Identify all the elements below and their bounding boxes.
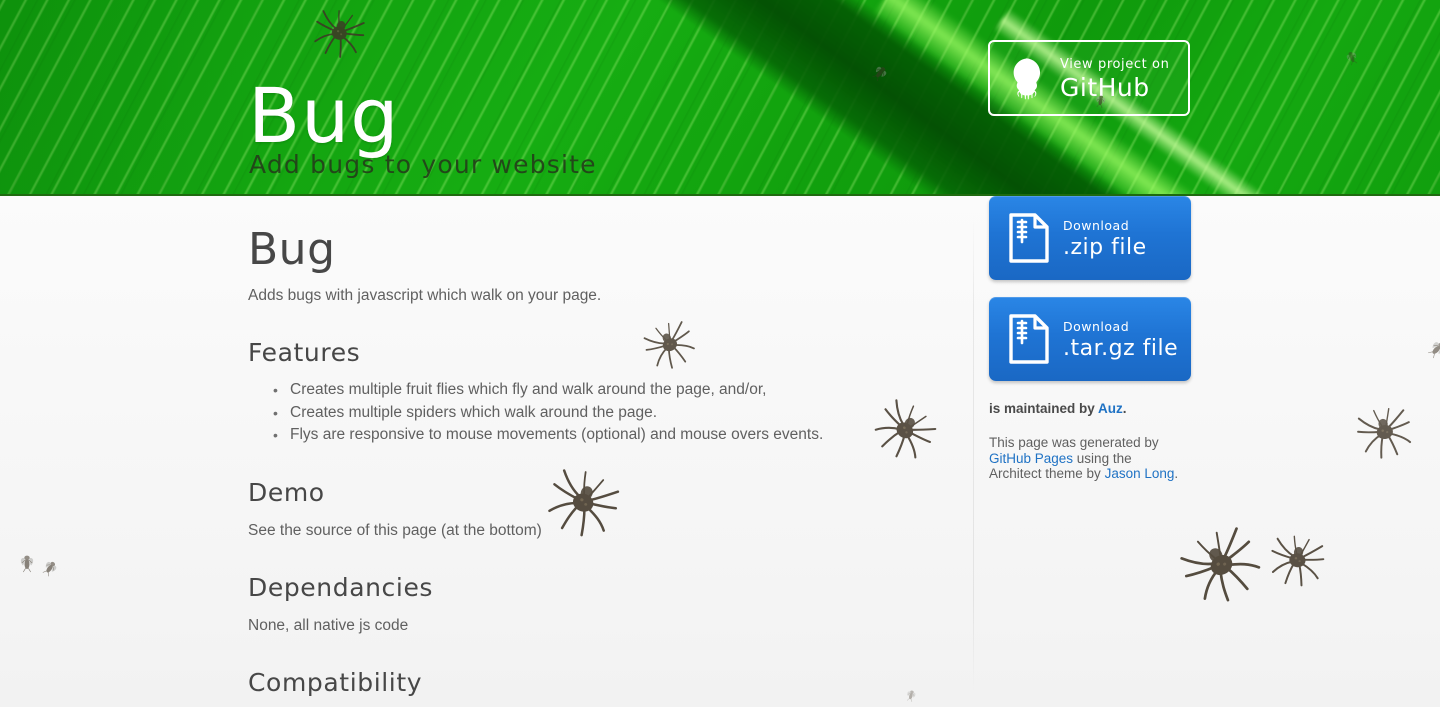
github-pages-link[interactable]: GitHub Pages [989, 451, 1073, 466]
download-zip-button[interactable]: Download .zip file [989, 196, 1191, 280]
attribution-part1: This page was generated by [989, 435, 1159, 450]
github-button-big-label: GitHub [1060, 73, 1150, 102]
body-inner: Bug Adds bugs with javascript which walk… [0, 196, 1440, 707]
download-zip-small-label: Download [1063, 218, 1130, 233]
column-divider [973, 214, 974, 694]
dependancies-heading: Dependancies [248, 572, 434, 602]
list-item: Creates multiple fruit flies which fly a… [273, 379, 888, 402]
features-heading: Features [248, 338, 361, 367]
download-zip-big-label: .zip file [1063, 235, 1147, 260]
header-content: Bug Add bugs to your website View projec… [0, 0, 1440, 194]
list-item: Flys are responsive to mouse movements (… [273, 424, 888, 447]
download-targz-small-label: Download [1063, 319, 1130, 334]
site-title: Bug [248, 70, 400, 160]
site-tagline: Add bugs to your website [249, 150, 597, 179]
demo-text: See the source of this page (at the bott… [248, 521, 542, 539]
download-zip-text: Download .zip file [1063, 215, 1147, 261]
zip-file-icon [1003, 212, 1055, 264]
view-on-github-button[interactable]: View project on GitHub [988, 40, 1190, 116]
maintainer-prefix: is maintained by [989, 401, 1099, 416]
list-item: Creates multiple spiders which walk arou… [273, 402, 888, 425]
page-body: Bug Adds bugs with javascript which walk… [0, 196, 1440, 707]
dependancies-text: None, all native js code [248, 616, 409, 634]
features-list: Creates multiple fruit flies which fly a… [248, 379, 888, 447]
attribution-note: This page was generated by GitHub Pages … [989, 435, 1185, 482]
main-content-column: Bug Adds bugs with javascript which walk… [248, 196, 888, 707]
download-targz-text: Download .tar.gz file [1063, 316, 1178, 362]
zip-file-icon [1003, 313, 1055, 365]
sidebar-column: Download .zip file Download .tar.gz file… [989, 196, 1194, 482]
maintainer-suffix: . [1122, 401, 1127, 416]
demo-heading: Demo [248, 477, 325, 507]
compatibility-heading: Compatibility [248, 667, 423, 697]
github-button-small-label: View project on [1060, 57, 1170, 72]
jason-long-link[interactable]: Jason Long [1105, 466, 1175, 481]
site-header: Bug Add bugs to your website View projec… [0, 0, 1440, 196]
download-targz-big-label: .tar.gz file [1063, 336, 1179, 361]
maintainer-note: is maintained by Auz. [989, 399, 1194, 418]
maintainer-link[interactable]: Auz [1098, 401, 1123, 416]
github-button-text: View project on GitHub [1060, 53, 1169, 103]
download-targz-button[interactable]: Download .tar.gz file [989, 297, 1191, 381]
github-octocat-icon [1002, 55, 1054, 101]
intro-paragraph: Adds bugs with javascript which walk on … [248, 287, 602, 304]
page-title: Bug [248, 224, 336, 275]
attribution-part3: . [1174, 466, 1179, 481]
